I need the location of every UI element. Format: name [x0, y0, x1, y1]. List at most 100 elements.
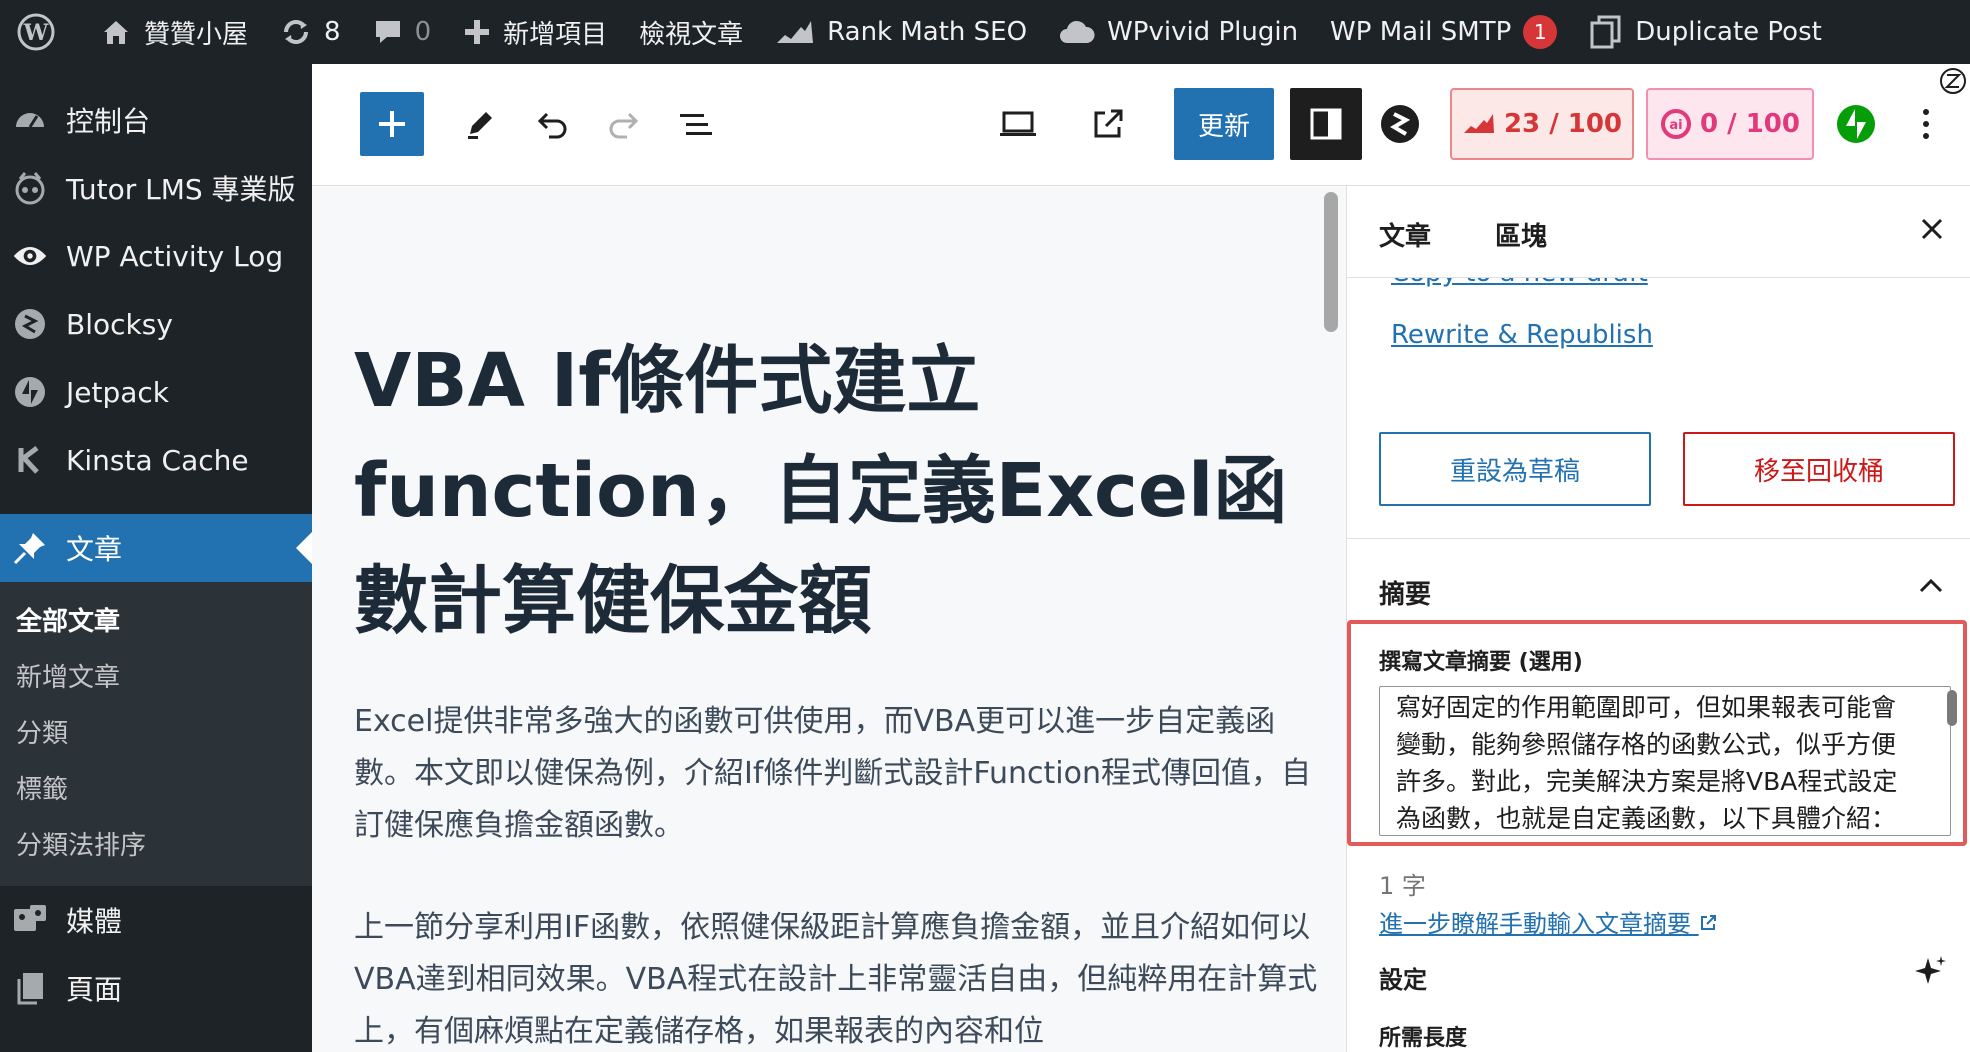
seo-score-value: 23 / 100: [1503, 109, 1623, 139]
sidebar-item-posts[interactable]: 文章: [0, 514, 312, 582]
jetpack-button[interactable]: [1828, 96, 1884, 152]
sidebar-item-wp-activity-log[interactable]: WP Activity Log: [0, 222, 312, 290]
redo-button[interactable]: [596, 96, 652, 152]
paragraph-block[interactable]: Excel提供非常多強大的函數可供使用，而VBA更可以進一步自定義函數。本文即以…: [354, 696, 1334, 852]
learn-excerpt-label: 進一步瞭解手動輸入文章摘要: [1379, 910, 1691, 938]
document-overview-button[interactable]: [668, 96, 724, 152]
submenu-tags[interactable]: 標籤: [0, 762, 312, 818]
canvas-scrollbar[interactable]: [1324, 192, 1338, 332]
switch-to-draft-button[interactable]: 重設為草稿: [1379, 432, 1651, 506]
settings-tabs: 文章 區塊: [1347, 186, 1970, 278]
pin-icon: [12, 530, 48, 566]
wordpress-logo-button[interactable]: W: [0, 0, 84, 64]
excerpt-label: 撰寫文章摘要 (選用): [1379, 650, 1583, 675]
chevron-up-icon[interactable]: [1918, 576, 1944, 598]
duplicate-post-label: Duplicate Post: [1635, 17, 1822, 47]
updates-link[interactable]: 8: [264, 0, 357, 64]
plus-icon: [465, 20, 490, 44]
blocksy-options-button[interactable]: [1372, 96, 1428, 152]
pencil-icon: [468, 112, 492, 139]
admin-bar: W 贊贊小屋 8 0 新增項目 檢視文章 Rank Math SEO WPviv…: [0, 0, 1970, 64]
add-block-button[interactable]: [360, 92, 424, 156]
wpvivid-label: WPvivid Plugin: [1107, 17, 1299, 47]
settings-section-title: 設定: [1379, 966, 1427, 994]
length-label: 所需長度: [1379, 1026, 1468, 1051]
settings-toggle-button[interactable]: [1290, 88, 1362, 160]
list-view-icon: [680, 114, 712, 135]
sidebar-item-dashboard[interactable]: 控制台: [0, 86, 312, 154]
sidebar-item-label: WP Activity Log: [66, 239, 284, 273]
sparkle-icon[interactable]: [1912, 954, 1948, 994]
comment-icon: [375, 21, 400, 43]
excerpt-highlight-box: 撰寫文章摘要 (選用) 寫好固定的作用範圍即可，但如果報表可能會變動，能夠參照儲…: [1347, 620, 1967, 846]
zoom-icon: [1940, 68, 1966, 94]
paragraph-block[interactable]: 上一節分享利用IF函數，依照健保級距計算應負擔金額，並且介紹如何以VBA達到相同…: [354, 902, 1334, 1052]
move-to-trash-button[interactable]: 移至回收桶: [1683, 432, 1955, 506]
wp-mail-smtp-label: WP Mail SMTP: [1330, 17, 1512, 47]
sidebar-item-kinsta-cache[interactable]: Kinsta Cache: [0, 426, 312, 494]
site-name-link[interactable]: 贊贊小屋: [84, 0, 264, 64]
kinsta-icon: [12, 442, 48, 478]
posts-submenu: 全部文章 新增文章 分類 標籤 分類法排序: [0, 582, 312, 886]
sidebar-item-label: Jetpack: [66, 375, 170, 409]
home-icon: [104, 21, 128, 44]
comments-link[interactable]: 0: [357, 0, 448, 64]
undo-icon: [537, 112, 567, 139]
content-ai-score[interactable]: ai 0 / 100: [1646, 88, 1814, 160]
blocksy-icon: [12, 306, 48, 342]
excerpt-panel-title[interactable]: 摘要: [1379, 574, 1431, 611]
view-post-button[interactable]: [1080, 96, 1136, 152]
wp-mail-smtp-link[interactable]: WP Mail SMTP 1: [1314, 0, 1573, 64]
sidebar-item-label: Kinsta Cache: [66, 443, 249, 477]
rank-math-label: Rank Math SEO: [827, 17, 1028, 47]
edit-tools-button[interactable]: [452, 96, 508, 152]
close-settings-button[interactable]: [1919, 216, 1945, 246]
duplicate-icon: [1590, 15, 1621, 49]
sidebar-item-pages[interactable]: 頁面: [0, 954, 312, 1022]
learn-excerpt-link[interactable]: 進一步瞭解手動輸入文章摘要: [1379, 904, 1717, 939]
sidebar-item-label: 頁面: [66, 973, 123, 1006]
sidebar-item-label: 媒體: [66, 905, 123, 938]
svg-text:ai: ai: [1669, 118, 1682, 133]
submenu-taxonomy-order[interactable]: 分類法排序: [0, 818, 312, 874]
content-ai-icon: ai: [1661, 109, 1692, 139]
submenu-all-posts[interactable]: 全部文章: [0, 594, 312, 650]
wordpress-icon: W: [17, 13, 55, 51]
preview-device-button[interactable]: [990, 96, 1046, 152]
content-score-value: 0 / 100: [1700, 109, 1800, 139]
update-button[interactable]: 更新: [1174, 88, 1274, 160]
sidebar-item-label: 文章: [66, 533, 123, 566]
laptop-icon: [1000, 111, 1036, 136]
wpvivid-link[interactable]: WPvivid Plugin: [1043, 0, 1314, 64]
rank-math-link[interactable]: Rank Math SEO: [759, 0, 1043, 64]
duplicate-post-link[interactable]: Duplicate Post: [1573, 0, 1838, 64]
excerpt-scrollbar[interactable]: [1947, 690, 1957, 726]
submenu-new-post[interactable]: 新增文章: [0, 650, 312, 706]
post-title[interactable]: VBA If條件式建立function，自定義Excel函數計算健保金額: [354, 326, 1314, 656]
submenu-categories[interactable]: 分類: [0, 706, 312, 762]
tab-post[interactable]: 文章: [1379, 216, 1431, 253]
redo-icon: [609, 112, 639, 139]
word-count: 1 字: [1379, 872, 1426, 900]
rank-math-seo-score[interactable]: 23 / 100: [1450, 88, 1634, 160]
rewrite-republish-link[interactable]: Rewrite & Republish: [1391, 320, 1653, 350]
sidebar-item-jetpack[interactable]: Jetpack: [0, 358, 312, 426]
view-post-link[interactable]: 檢視文章: [623, 0, 759, 64]
cloud-icon: [1060, 20, 1095, 43]
undo-button[interactable]: [524, 96, 580, 152]
new-item-link[interactable]: 新增項目: [447, 0, 623, 64]
tab-block[interactable]: 區塊: [1495, 216, 1547, 253]
more-options-button[interactable]: [1906, 96, 1946, 152]
refresh-icon: [284, 20, 309, 44]
sidebar-item-tutor-lms[interactable]: Tutor LMS 專業版: [0, 154, 312, 222]
divider: [1347, 538, 1970, 539]
page-icon: [12, 970, 48, 1006]
jetpack-icon: [12, 374, 48, 410]
zoom-plugin-button[interactable]: [1936, 64, 1970, 98]
sidebar-item-media[interactable]: 媒體: [0, 886, 312, 954]
editor-canvas[interactable]: VBA If條件式建立function，自定義Excel函數計算健保金額 Exc…: [312, 186, 1346, 1052]
sidebar-item-blocksy[interactable]: Blocksy: [0, 290, 312, 358]
media-icon: [12, 902, 48, 938]
updates-count: 8: [324, 17, 341, 47]
excerpt-textarea[interactable]: 寫好固定的作用範圍即可，但如果報表可能會變動，能夠參照儲存格的函數公式，似乎方便…: [1379, 686, 1951, 836]
